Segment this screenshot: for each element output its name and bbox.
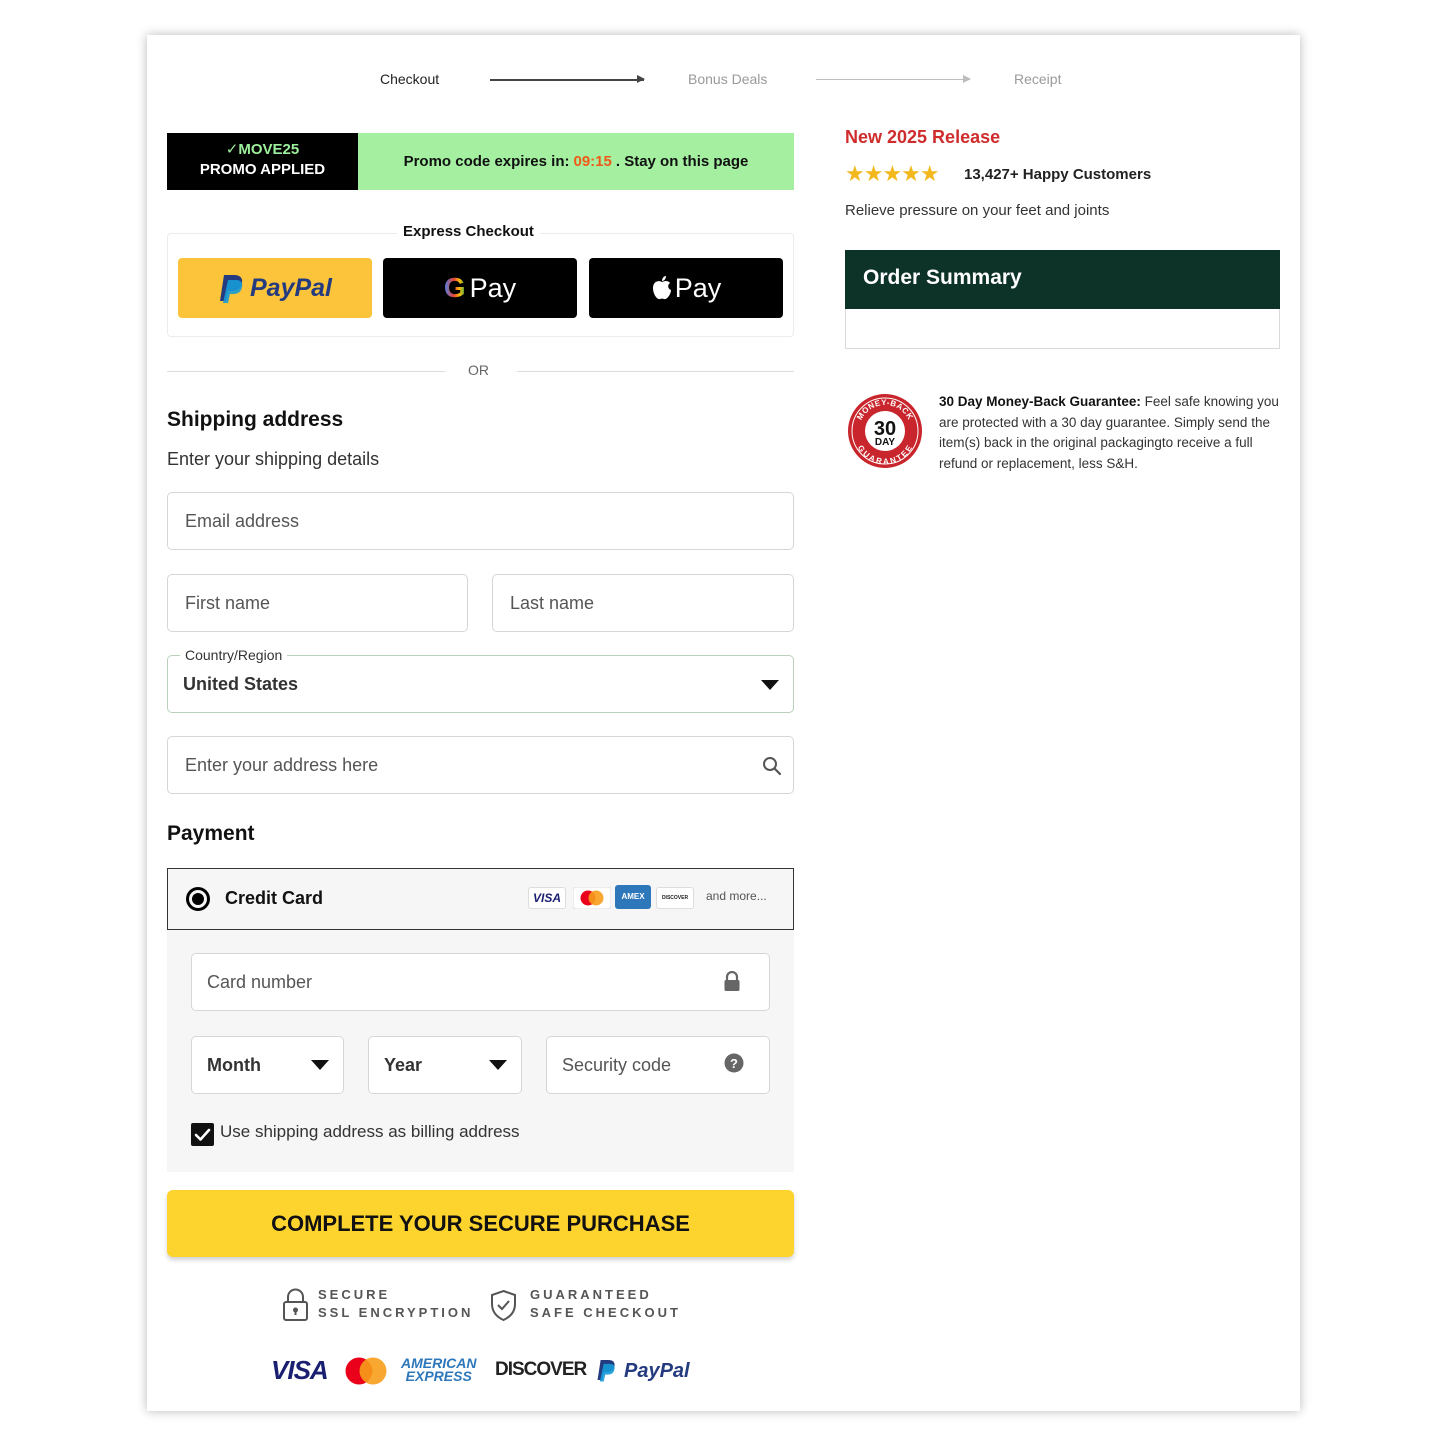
credit-card-label: Credit Card (225, 888, 324, 908)
promo-code: MOVE25 (238, 141, 300, 158)
chevron-down-icon (311, 1060, 329, 1070)
google-g-icon: G (443, 272, 466, 303)
order-summary-body (845, 309, 1280, 349)
country-select[interactable]: Country/Region United States (167, 647, 794, 713)
apple-icon (652, 276, 671, 300)
year-value: Year (384, 1055, 423, 1075)
release-label: New 2025 Release (845, 127, 1001, 147)
credit-card-radio[interactable] (186, 887, 210, 911)
card-number-field[interactable] (191, 953, 770, 1011)
month-value: Month (207, 1055, 261, 1075)
first-name-input[interactable] (168, 575, 467, 631)
check-icon: ✓ (225, 141, 239, 158)
padlock-icon (283, 1288, 308, 1321)
paypal-logo: PayPal (624, 1360, 690, 1382)
svg-text:DAY: DAY (875, 437, 896, 448)
paypal-p-icon (219, 275, 243, 303)
year-select[interactable]: Year (368, 1036, 522, 1094)
promo-timer-banner: Promo code expires in: 09:15 . Stay on t… (358, 133, 794, 190)
promo-stay-label: . Stay on this page (615, 153, 749, 170)
step-arrow-1 (490, 76, 645, 82)
chevron-down-icon (761, 680, 779, 690)
card-number-input[interactable] (192, 954, 769, 1010)
money-back-guarantee-icon: MONEY-BACK GUARANTEE 30 DAY (848, 394, 922, 468)
discover-logo: DISCOVER (495, 1359, 587, 1380)
star-rating-icon: ★★★★★ (845, 161, 940, 186)
discover-icon: DISCOVER (656, 887, 694, 909)
or-divider-left (167, 371, 445, 372)
guarantee-text: 30 Day Money-Back Guarantee: Feel safe k… (939, 392, 1284, 474)
first-name-field[interactable] (167, 574, 468, 632)
order-summary-header[interactable]: Order Summary (845, 250, 1280, 309)
google-pay-button[interactable]: G Pay (383, 258, 577, 318)
paypal-wordmark: PayPal (249, 273, 332, 302)
product-tagline: Relieve pressure on your feet and joints (845, 202, 1110, 219)
ssl-badge-text: SECURE SSL ENCRYPTION (318, 1287, 474, 1320)
email-input[interactable] (168, 493, 793, 549)
mastercard-logo (345, 1357, 387, 1385)
step-bonus-deals[interactable]: Bonus Deals (688, 71, 767, 87)
chevron-down-icon (489, 1060, 507, 1070)
promo-badge: ✓MOVE25 PROMO APPLIED (167, 133, 358, 190)
apple-pay-label: Pay (674, 272, 722, 303)
search-icon[interactable] (762, 756, 782, 776)
lock-icon (724, 971, 740, 991)
safe-checkout-badge-text: GUARANTEED SAFE CHECKOUT (530, 1287, 681, 1320)
and-more-label: and more... (706, 889, 767, 903)
shipping-subtitle: Enter your shipping details (167, 449, 380, 469)
promo-applied-label: PROMO APPLIED (199, 161, 326, 178)
step-receipt[interactable]: Receipt (1014, 71, 1061, 87)
paypal-button[interactable]: PayPal (178, 258, 372, 318)
promo-expires-label: Promo code expires in: (403, 153, 570, 170)
paypal-p-icon (597, 1360, 615, 1382)
step-arrow-2 (816, 75, 971, 83)
month-select[interactable]: Month (191, 1036, 344, 1094)
country-label: Country/Region (180, 647, 288, 663)
checkmark-icon (194, 1128, 211, 1141)
country-value: United States (183, 674, 299, 694)
visa-logo: VISA (271, 1355, 329, 1385)
billing-checkbox[interactable] (191, 1123, 214, 1146)
shipping-title: Shipping address (167, 408, 344, 431)
email-field[interactable] (167, 492, 794, 550)
google-pay-label: Pay (469, 272, 517, 303)
checkout-page: Checkout Bonus Deals Receipt ✓MOVE25 PRO… (147, 35, 1300, 1411)
express-checkout-title: Express Checkout (397, 223, 540, 240)
security-code-field[interactable]: ? (546, 1036, 770, 1094)
step-checkout[interactable]: Checkout (380, 71, 439, 87)
last-name-input[interactable] (493, 575, 793, 631)
shield-check-icon (491, 1289, 516, 1322)
amex-logo: AMERICAN EXPRESS (401, 1355, 477, 1384)
apple-pay-button[interactable]: Pay (589, 258, 783, 318)
happy-customers: 13,427+ Happy Customers (964, 166, 1152, 183)
guarantee-title: 30 Day Money-Back Guarantee: (939, 394, 1141, 409)
help-icon[interactable]: ? (724, 1053, 744, 1073)
svg-text:?: ? (730, 1056, 738, 1071)
address-field[interactable] (167, 736, 794, 794)
billing-checkbox-label[interactable]: Use shipping address as billing address (220, 1122, 520, 1142)
credit-card-option[interactable]: Credit Card VISA AMEX DISCOVER and more.… (167, 868, 794, 930)
mastercard-icon (573, 887, 611, 909)
complete-purchase-button[interactable]: COMPLETE YOUR SECURE PURCHASE (167, 1190, 794, 1257)
visa-icon: VISA (528, 887, 566, 909)
amex-icon: AMEX (615, 885, 651, 909)
promo-timer: 09:15 (573, 153, 612, 170)
last-name-field[interactable] (492, 574, 794, 632)
address-input[interactable] (168, 737, 793, 793)
payment-title: Payment (167, 822, 255, 845)
or-divider-right (517, 371, 794, 372)
or-label: OR (468, 362, 489, 378)
